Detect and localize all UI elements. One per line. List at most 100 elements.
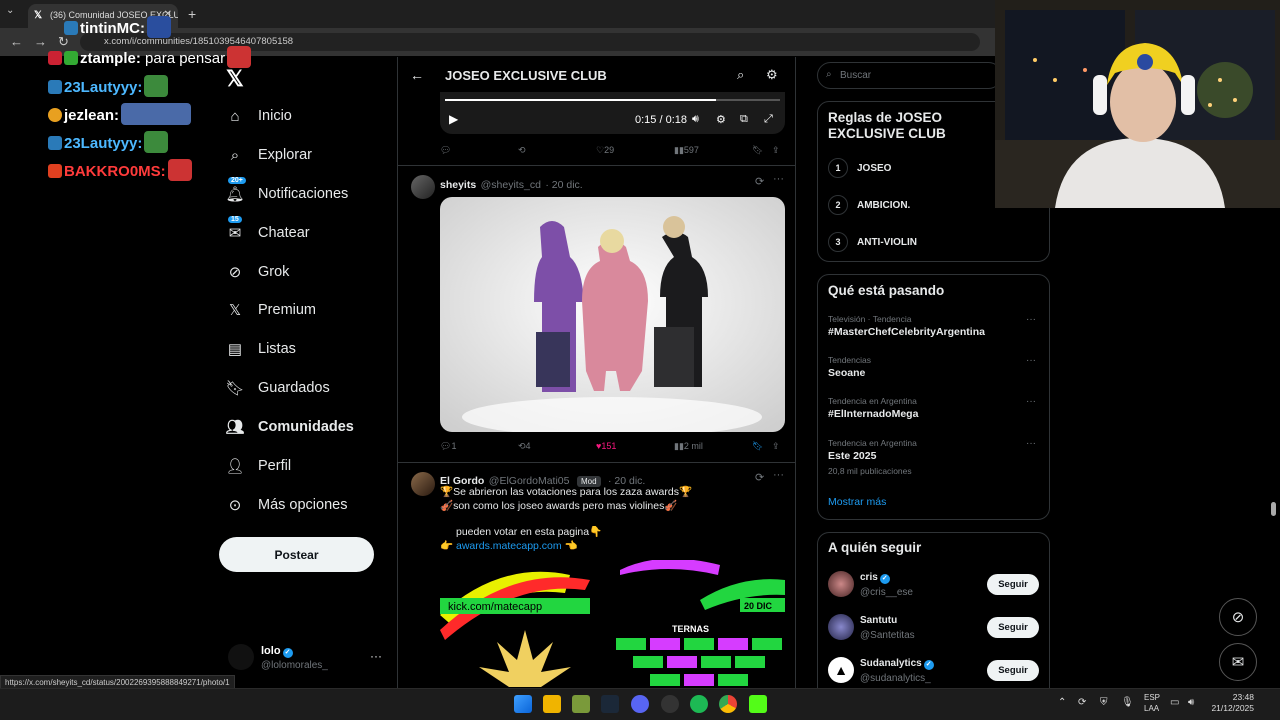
rule-label: JOSEO <box>857 162 892 174</box>
spotify-icon[interactable] <box>690 695 708 713</box>
nav-item-grok[interactable]: ⊘ Grok <box>226 258 290 286</box>
more-dots-icon[interactable]: ··· <box>773 173 784 185</box>
more-dots-icon[interactable]: ··· <box>1026 438 1036 449</box>
play-icon[interactable]: ▶ <box>449 112 458 126</box>
avatar[interactable] <box>828 614 854 640</box>
back-arrow-icon[interactable]: ← <box>10 34 23 49</box>
rule-item: 1 JOSEO <box>828 158 891 178</box>
fullscreen-icon[interactable]: ⤢ <box>764 113 773 126</box>
share-icon[interactable]: ⇪ <box>772 145 780 156</box>
tab-list-chevron-icon[interactable]: ⌄ <box>6 5 14 16</box>
tweet-author-name[interactable]: sheyits <box>440 179 476 191</box>
share-icon[interactable]: ⇪ <box>772 441 780 452</box>
follow-name[interactable]: Santutu <box>860 615 897 626</box>
reply-icon[interactable]: 💬︎ <box>440 145 451 156</box>
like-button[interactable]: ♡ 29 <box>596 145 614 156</box>
obs-icon[interactable] <box>661 695 679 713</box>
avatar[interactable] <box>411 472 435 496</box>
views-button[interactable]: ▮▮ 597 <box>674 145 699 156</box>
search-icon[interactable]: ⌕ <box>737 67 744 83</box>
tweet-link[interactable]: awards.matecapp.com <box>456 540 562 552</box>
grok-icon[interactable]: ⊘ <box>1219 598 1257 636</box>
nav-item-label: Inicio <box>258 108 292 124</box>
nav-item-bookmark[interactable]: 🔖︎ Guardados <box>225 374 329 402</box>
x-logo-icon[interactable]: 𝕏 <box>226 66 244 92</box>
nav-item-list[interactable]: ▤ Listas <box>226 335 296 363</box>
webcam-image <box>995 0 1280 208</box>
tweet-image[interactable]: kick.com/matecapp 20 DIC TERNAS <box>440 560 785 688</box>
view-count: 2 mil <box>683 441 703 451</box>
more-dots-icon[interactable]: ··· <box>1026 355 1036 366</box>
forward-arrow-icon[interactable]: → <box>34 34 47 49</box>
gear-icon[interactable]: ⚙ <box>766 67 778 83</box>
trend-item[interactable]: #ElInternadoMega <box>828 408 918 420</box>
steam-icon[interactable] <box>601 695 619 713</box>
more-dots-icon[interactable]: ··· <box>1026 396 1036 407</box>
reply-button[interactable]: 💬︎ 1 <box>440 441 456 452</box>
retweet-button[interactable]: ⟲ 4 <box>518 441 531 452</box>
nav-item-search[interactable]: ⌕ Explorar <box>226 141 312 169</box>
retweet-icon[interactable]: ⟲ <box>518 145 526 156</box>
video-player[interactable]: ▶ 0:15 / 0:18 🔊︎ ⚙ ⧉ ⤢ <box>440 92 785 134</box>
avatar[interactable]: ▲ <box>828 657 854 683</box>
nav-item-home[interactable]: ⌂ Inicio <box>226 102 292 130</box>
chevron-up-icon[interactable]: ⌃ <box>1058 697 1066 708</box>
trend-item[interactable]: Este 2025 <box>828 450 876 462</box>
chat-user: 23Lautyyy: <box>64 79 143 96</box>
volume-icon[interactable]: 🔊︎ <box>1188 697 1194 708</box>
follow-button[interactable]: Seguir <box>987 617 1039 638</box>
nav-item-more[interactable]: ⊙ Más opciones <box>226 491 348 519</box>
back-arrow-icon[interactable]: ← <box>410 67 424 83</box>
system-clock[interactable]: 23:48 21/12/2025 <box>1208 692 1254 714</box>
more-dots-icon[interactable]: ··· <box>370 649 382 663</box>
like-button[interactable]: ♥ 151 <box>596 441 616 451</box>
more-dots-icon[interactable]: ··· <box>1026 314 1036 325</box>
discord-icon[interactable] <box>631 695 649 713</box>
more-dots-icon[interactable]: ··· <box>773 469 784 481</box>
chrome-icon[interactable] <box>719 695 737 713</box>
follow-button[interactable]: Seguir <box>987 574 1039 595</box>
trend-meta: Tendencia en Argentina <box>828 438 917 448</box>
defender-icon[interactable]: ⛨ <box>1100 697 1108 708</box>
new-tab-icon[interactable]: + <box>188 6 196 22</box>
follow-name[interactable]: Sudanalytics <box>860 658 922 669</box>
tweet-image[interactable] <box>440 197 785 432</box>
bookmark-icon[interactable]: 🔖︎ <box>752 145 763 156</box>
views-button[interactable]: ▮▮ 2 mil <box>674 441 703 452</box>
nav-item-person[interactable]: 👤︎ Perfil <box>225 452 291 480</box>
show-more-link[interactable]: Mostrar más <box>828 496 886 508</box>
mail-icon[interactable]: ✉ <box>1219 643 1257 681</box>
language-indicator[interactable]: ESP LAA <box>1144 692 1160 714</box>
network-icon[interactable]: ▭ <box>1170 697 1179 708</box>
kick-icon[interactable] <box>749 695 767 713</box>
video-progress-bar[interactable] <box>445 99 780 101</box>
pip-icon[interactable]: ⧉ <box>740 113 748 126</box>
tweet-author-handle[interactable]: @sheyits_cd <box>481 179 541 191</box>
nav-item-x[interactable]: 𝕏 Premium <box>226 296 316 324</box>
scrollbar[interactable] <box>1271 502 1276 516</box>
minecraft-icon[interactable] <box>572 695 590 713</box>
post-button[interactable]: Postear <box>219 537 374 572</box>
volume-icon[interactable]: 🔊︎ <box>692 113 699 126</box>
search-input[interactable]: ⌕ Buscar <box>817 62 1002 89</box>
grok-icon[interactable]: ⟳ <box>755 175 764 188</box>
grok-icon[interactable]: ⟳ <box>755 471 764 484</box>
windows-start-icon[interactable] <box>514 695 532 713</box>
settings-icon[interactable]: ⚙ <box>716 113 726 126</box>
nav-item-mail[interactable]: ✉ 15 Chatear <box>226 216 310 247</box>
nav-item-bell[interactable]: 🔔︎ 20+ Notificaciones <box>225 177 348 208</box>
follow-name[interactable]: cris <box>860 572 878 583</box>
banner-ternas: TERNAS <box>672 624 709 634</box>
avatar[interactable] <box>411 175 435 199</box>
trend-item[interactable]: #MasterChefCelebrityArgentina <box>828 326 985 338</box>
bookmark-icon[interactable]: 🔖︎ <box>752 441 763 452</box>
tweet-date[interactable]: · 20 dic. <box>545 179 582 191</box>
nav-item-people[interactable]: 👥︎ Comunidades <box>225 413 353 441</box>
avatar[interactable] <box>828 571 854 597</box>
trend-item[interactable]: Seoane <box>828 367 865 379</box>
sync-icon[interactable]: ⟳ <box>1078 697 1086 708</box>
microphone-icon[interactable]: 🎙︎ <box>1121 697 1134 708</box>
file-explorer-icon[interactable] <box>543 695 561 713</box>
follow-button[interactable]: Seguir <box>987 660 1039 681</box>
chat-emote-icon <box>121 103 192 125</box>
